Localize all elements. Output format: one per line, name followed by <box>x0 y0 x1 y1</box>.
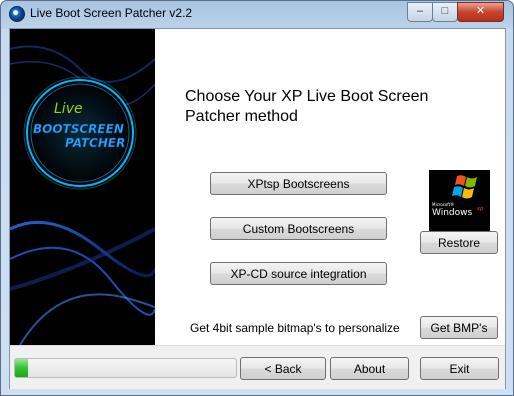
minimize-button[interactable]: – <box>407 2 433 22</box>
logo-text-live: Live <box>54 101 83 117</box>
logo-text-patcher: PATCHER <box>65 136 125 150</box>
about-button[interactable]: About <box>330 357 409 380</box>
footer-bar: < Back About Exit <box>10 345 505 389</box>
title-bar[interactable]: Live Boot Screen Patcher v2.2 – □ ✕ <box>1 1 513 27</box>
app-window: Live Boot Screen Patcher v2.2 – □ ✕ Live… <box>0 0 514 396</box>
windows-xp-thumbnail: Microsoft® Windows xp <box>429 170 490 232</box>
xpcd-source-integration-button[interactable]: XP-CD source integration <box>210 262 387 285</box>
windows-label: Windows <box>432 208 472 218</box>
xptsp-bootscreens-button[interactable]: XPtsp Bootscreens <box>210 172 387 195</box>
sidebar-banner: Live BOOTSCREEN PATCHER <box>10 29 155 345</box>
get-bmps-button[interactable]: Get BMP's <box>420 316 498 339</box>
maximize-button[interactable]: □ <box>432 2 458 22</box>
xp-label: xp <box>476 206 483 212</box>
progress-fill <box>15 359 29 377</box>
window-title: Live Boot Screen Patcher v2.2 <box>30 6 193 20</box>
sample-bitmaps-label: Get 4bit sample bitmap's to personalize <box>190 321 400 335</box>
microsoft-label: Microsoft® <box>432 202 454 207</box>
restore-button[interactable]: Restore <box>420 231 498 254</box>
banner-graphic: Live BOOTSCREEN PATCHER <box>10 29 155 345</box>
exit-button[interactable]: Exit <box>420 357 499 380</box>
app-icon <box>9 6 25 22</box>
logo-text-bootscreen: BOOTSCREEN <box>33 122 124 136</box>
custom-bootscreens-button[interactable]: Custom Bootscreens <box>210 217 387 240</box>
close-button[interactable]: ✕ <box>457 2 504 22</box>
progress-bar <box>14 358 237 378</box>
client-area: Live BOOTSCREEN PATCHER Choose Your XP L… <box>9 28 506 389</box>
page-heading: Choose Your XP Live Boot Screen Patcher … <box>185 88 429 125</box>
back-button[interactable]: < Back <box>240 357 326 380</box>
